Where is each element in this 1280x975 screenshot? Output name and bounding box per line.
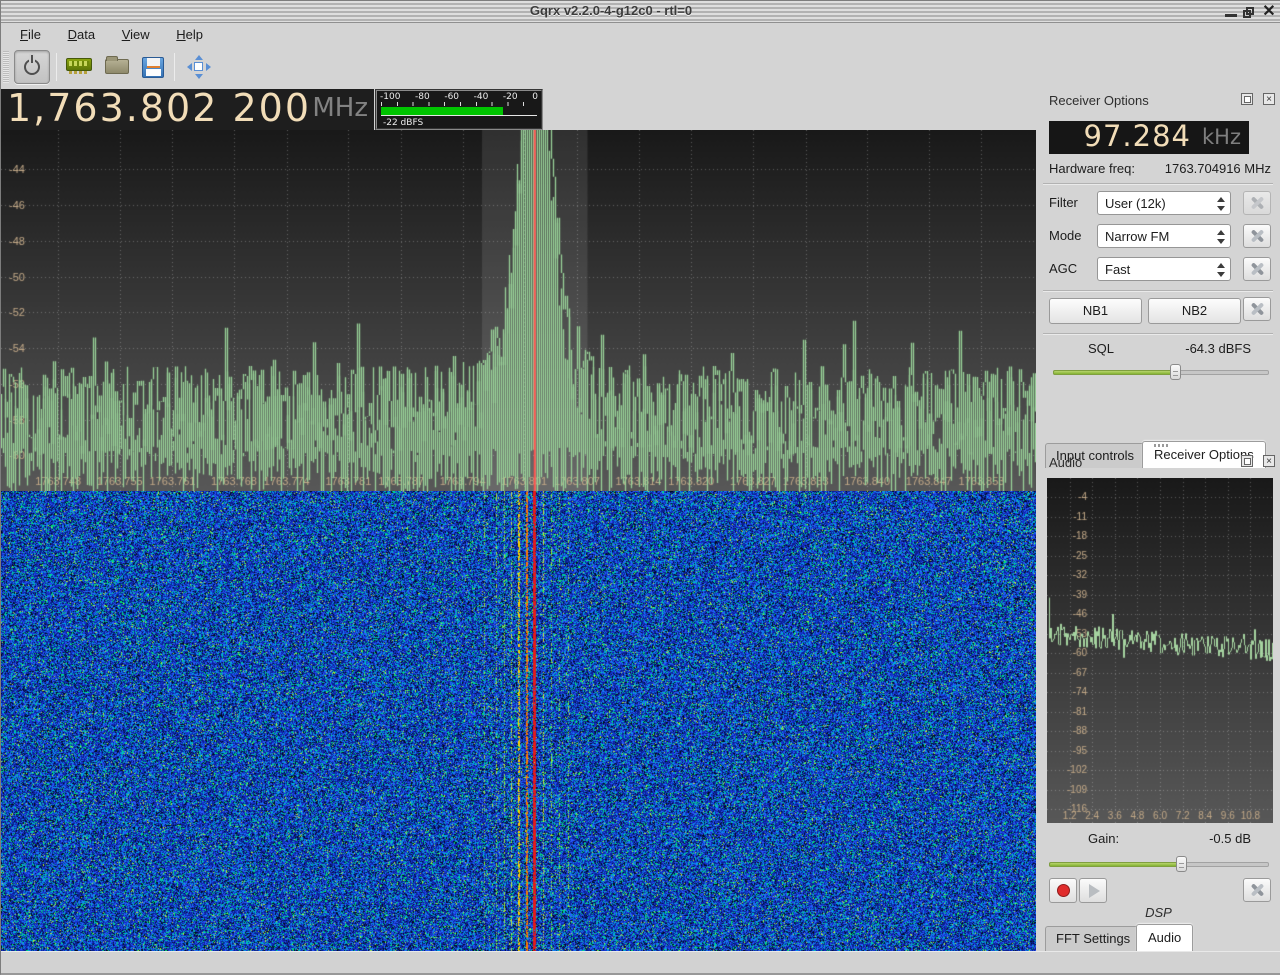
menu-data[interactable]: Data xyxy=(58,23,105,46)
gain-label: Gain: xyxy=(1088,831,1119,846)
audio-play-button[interactable] xyxy=(1079,878,1107,903)
spectrum-plot[interactable] xyxy=(1,130,1036,491)
audio-options-button[interactable] xyxy=(1243,878,1271,902)
audio-fft-canvas[interactable] xyxy=(1047,478,1273,823)
tools-icon xyxy=(1251,196,1264,209)
agc-label: AGC xyxy=(1049,261,1077,276)
meter-tick: 0 xyxy=(532,92,538,102)
meter-value: -22 dBFS xyxy=(383,118,541,128)
spinner-arrows-icon[interactable] xyxy=(1216,261,1226,279)
menu-file[interactable]: File xyxy=(10,23,51,46)
tools-icon xyxy=(1251,229,1264,242)
mode-combo[interactable]: Narrow FM xyxy=(1097,224,1231,248)
meter-tickmarks xyxy=(381,102,537,106)
dsp-label: DSP xyxy=(1036,905,1280,920)
gqrx-window: Gqrx v2.2.0-4-g12c0 - rtl=0 ✕ File Data … xyxy=(0,0,1280,974)
close-button[interactable]: ✕ xyxy=(1261,4,1277,20)
agc-options-button[interactable] xyxy=(1243,257,1271,281)
meter-tick: -20 xyxy=(503,92,518,102)
menu-help[interactable]: Help xyxy=(166,23,213,46)
squelch-slider-handle[interactable] xyxy=(1170,364,1181,380)
squelch-value: -64.3 dBFS xyxy=(1185,341,1251,356)
meter-scale: -100 -80 -60 -40 -20 0 xyxy=(377,91,541,102)
mode-label: Mode xyxy=(1049,228,1082,243)
power-icon xyxy=(24,59,40,75)
floppy-save-icon xyxy=(142,57,164,78)
receiver-options-title: Receiver Options xyxy=(1049,93,1149,108)
filter-label: Filter xyxy=(1049,195,1078,210)
agc-value: Fast xyxy=(1105,262,1130,277)
splitter-handle[interactable] xyxy=(1154,444,1170,447)
offset-digits[interactable]: 97.284 xyxy=(1084,119,1191,153)
tab-fft-settings[interactable]: FFT Settings xyxy=(1045,926,1141,951)
gain-value: -0.5 dB xyxy=(1209,831,1251,846)
toolbar-separator xyxy=(174,53,175,81)
offset-frequency-display[interactable]: 97.284 kHz xyxy=(1049,121,1249,154)
maximize-button[interactable] xyxy=(1241,4,1257,20)
tools-icon xyxy=(1251,883,1264,896)
squelch-slider[interactable] xyxy=(1053,364,1269,380)
record-icon xyxy=(1057,884,1070,897)
offset-unit: kHz xyxy=(1202,125,1241,149)
device-config-button[interactable] xyxy=(61,50,97,84)
toolbar-separator xyxy=(56,53,57,81)
minimize-button[interactable] xyxy=(1223,4,1239,20)
spinner-arrows-icon[interactable] xyxy=(1216,228,1226,246)
gain-slider[interactable] xyxy=(1049,856,1269,872)
save-settings-button[interactable] xyxy=(135,50,171,84)
tab-audio[interactable]: Audio xyxy=(1136,924,1193,951)
waterfall-canvas[interactable] xyxy=(1,491,1036,951)
meter-tick: -60 xyxy=(444,92,459,102)
audio-panel-title: Audio xyxy=(1049,455,1082,470)
filter-combo[interactable]: User (12k) xyxy=(1097,191,1231,215)
meter-tick: -80 xyxy=(415,92,430,102)
meter-tick: -40 xyxy=(474,92,489,102)
hardware-freq-value: 1763.704916 MHz xyxy=(1165,161,1271,176)
mode-options-button[interactable] xyxy=(1243,224,1271,248)
audio-spectrum-plot[interactable] xyxy=(1047,478,1273,823)
audio-record-button[interactable] xyxy=(1049,878,1077,903)
hardware-freq-label: Hardware freq: xyxy=(1049,161,1135,176)
open-folder-icon xyxy=(105,59,129,74)
panel-float-icon[interactable] xyxy=(1241,93,1253,105)
tools-icon xyxy=(1251,262,1264,275)
squelch-label: SQL xyxy=(1088,341,1114,356)
gain-slider-handle[interactable] xyxy=(1176,856,1187,872)
panel-float-icon[interactable] xyxy=(1241,455,1253,467)
frequency-digits[interactable]: 1,763.802 200 xyxy=(7,89,311,130)
menubar: File Data View Help xyxy=(1,23,1280,47)
filter-options-button[interactable] xyxy=(1243,191,1271,215)
filter-value: User (12k) xyxy=(1105,196,1166,211)
meter-level-bar xyxy=(381,107,503,115)
toolbar-drag-handle[interactable] xyxy=(3,51,9,83)
waterfall-plot[interactable] xyxy=(1,491,1036,951)
play-icon xyxy=(1089,884,1100,898)
panel-close-icon[interactable]: × xyxy=(1263,93,1275,105)
panel-close-icon[interactable]: × xyxy=(1263,455,1275,467)
load-settings-button[interactable] xyxy=(99,50,135,84)
tools-icon xyxy=(1251,302,1264,315)
spectrum-canvas[interactable] xyxy=(1,130,1036,491)
statusbar xyxy=(1,951,1280,975)
pan-arrows-icon xyxy=(188,56,210,78)
nb1-button[interactable]: NB1 xyxy=(1049,298,1142,324)
pan-view-button[interactable] xyxy=(181,50,217,84)
mode-value: Narrow FM xyxy=(1105,229,1169,244)
dock-panel: Receiver Options × 97.284 kHz Hardware f… xyxy=(1036,87,1280,951)
spinner-arrows-icon[interactable] xyxy=(1216,195,1226,213)
frequency-display[interactable]: 1,763.802 200 MHz xyxy=(1,89,374,130)
titlebar[interactable]: Gqrx v2.2.0-4-g12c0 - rtl=0 ✕ xyxy=(1,1,1280,23)
menu-view[interactable]: View xyxy=(112,23,160,46)
toolbar xyxy=(1,47,1280,87)
signal-level-meter: -100 -80 -60 -40 -20 0 -22 dBFS xyxy=(375,89,543,130)
start-stop-dsp-button[interactable] xyxy=(14,50,50,84)
meter-tick: -100 xyxy=(380,92,400,102)
frequency-unit: MHz xyxy=(312,93,368,123)
nb2-button[interactable]: NB2 xyxy=(1148,298,1241,324)
nb-options-button[interactable] xyxy=(1243,297,1271,321)
window-title: Gqrx v2.2.0-4-g12c0 - rtl=0 xyxy=(1,3,1221,18)
memory-chip-icon xyxy=(66,58,92,71)
agc-combo[interactable]: Fast xyxy=(1097,257,1231,281)
